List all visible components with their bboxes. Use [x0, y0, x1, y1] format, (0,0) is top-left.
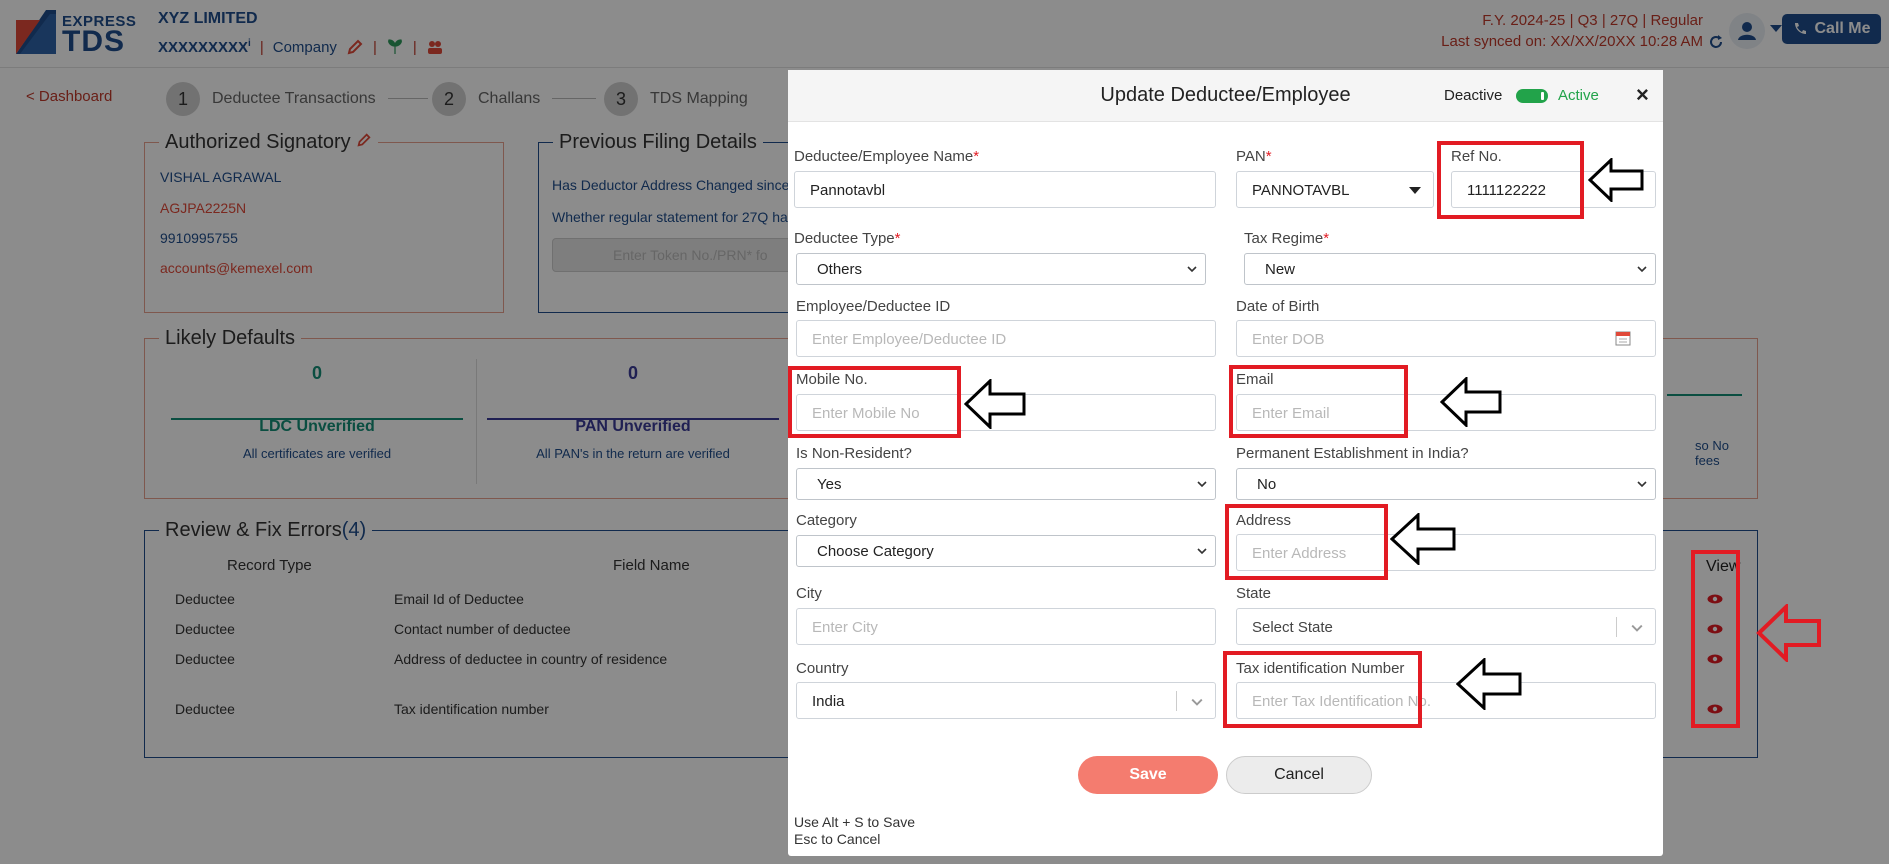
employee-id-label: Employee/Deductee ID	[796, 298, 951, 315]
state-label: State	[1236, 585, 1272, 602]
country-label: Country	[796, 660, 849, 677]
arrow-left-icon	[1456, 658, 1522, 710]
category-select[interactable]: Choose Category	[796, 535, 1216, 567]
arrow-left-icon	[964, 379, 1026, 429]
deductee-type-label: Deductee Type*	[794, 230, 900, 247]
annotation-highlight-view-column	[1691, 550, 1740, 728]
required-mark: *	[973, 148, 980, 165]
tax-regime-label-text: Tax Regime	[1244, 230, 1324, 247]
annotation-highlight-tin	[1223, 651, 1422, 728]
arrow-left-icon	[1440, 377, 1502, 427]
category-value: Choose Category	[817, 543, 934, 560]
permanent-establishment-label: Permanent Establishment in India?	[1236, 445, 1469, 462]
chevron-down-icon	[1187, 266, 1197, 273]
chevron-down-icon	[1197, 481, 1207, 488]
chevron-down-icon	[1637, 266, 1647, 273]
name-label: Deductee/Employee Name*	[794, 148, 979, 165]
pan-label: PAN*	[1236, 148, 1272, 165]
save-button[interactable]: Save	[1078, 756, 1218, 794]
modal-header: Update Deductee/Employee Deactive Active…	[788, 70, 1663, 122]
arrow-left-icon	[1756, 604, 1821, 662]
chevron-down-icon	[1637, 481, 1647, 488]
active-toggle[interactable]	[1516, 89, 1548, 103]
deductee-type-value: Others	[817, 261, 863, 278]
save-shortcut-hint: Use Alt + S to Save	[794, 814, 916, 830]
pan-label-text: PAN	[1236, 148, 1266, 165]
state-value: Select State	[1252, 619, 1333, 636]
chevron-down-icon	[1191, 698, 1203, 706]
city-label: City	[796, 585, 822, 602]
deactive-label: Deactive	[1444, 87, 1503, 104]
permanent-establishment-select[interactable]: No	[1236, 468, 1656, 500]
employee-id-input[interactable]: Enter Employee/Deductee ID	[796, 320, 1216, 357]
annotation-highlight-email	[1229, 365, 1408, 438]
city-input[interactable]: Enter City	[796, 608, 1216, 645]
tax-regime-select[interactable]: New	[1244, 253, 1656, 285]
dob-input[interactable]: Enter DOB	[1236, 320, 1656, 357]
required-mark: *	[1265, 148, 1272, 165]
required-mark: *	[1323, 230, 1330, 247]
close-icon[interactable]: ×	[1636, 82, 1649, 108]
update-deductee-modal: Update Deductee/Employee Deactive Active…	[788, 70, 1663, 856]
category-label: Category	[796, 512, 857, 529]
caret-down-icon	[1409, 187, 1421, 194]
country-value: India	[812, 693, 845, 710]
arrow-left-icon	[1588, 158, 1644, 202]
country-select[interactable]: India	[796, 682, 1216, 719]
required-mark: *	[894, 230, 901, 247]
annotation-highlight-mobile	[788, 366, 961, 438]
dob-placeholder: Enter DOB	[1252, 331, 1325, 348]
pan-value: PANNOTAVBL	[1252, 182, 1350, 199]
tax-regime-label: Tax Regime*	[1244, 230, 1329, 247]
select-divider	[1176, 691, 1177, 711]
arrow-left-icon	[1390, 513, 1456, 565]
cancel-button[interactable]: Cancel	[1226, 756, 1372, 794]
state-select[interactable]: Select State	[1236, 608, 1656, 645]
active-label: Active	[1558, 87, 1599, 104]
annotation-highlight-address	[1225, 504, 1388, 580]
dob-label: Date of Birth	[1236, 298, 1320, 315]
calendar-icon[interactable]	[1615, 330, 1631, 346]
select-divider	[1616, 617, 1617, 637]
name-label-text: Deductee/Employee Name	[794, 148, 974, 165]
non-resident-value: Yes	[817, 476, 842, 493]
deductee-type-select[interactable]: Others	[796, 253, 1206, 285]
pan-select[interactable]: PANNOTAVBL	[1236, 171, 1434, 208]
chevron-down-icon	[1197, 548, 1207, 555]
permanent-establishment-value: No	[1257, 476, 1277, 493]
cancel-shortcut-hint: Esc to Cancel	[794, 831, 881, 847]
tax-regime-value: New	[1265, 261, 1296, 278]
chevron-down-icon	[1631, 624, 1643, 632]
annotation-highlight-ref-no	[1437, 141, 1584, 219]
deductee-type-label-text: Deductee Type	[794, 230, 895, 247]
name-input[interactable]: Pannotavbl	[794, 171, 1216, 208]
non-resident-select[interactable]: Yes	[796, 468, 1216, 500]
non-resident-label: Is Non-Resident?	[796, 445, 912, 462]
